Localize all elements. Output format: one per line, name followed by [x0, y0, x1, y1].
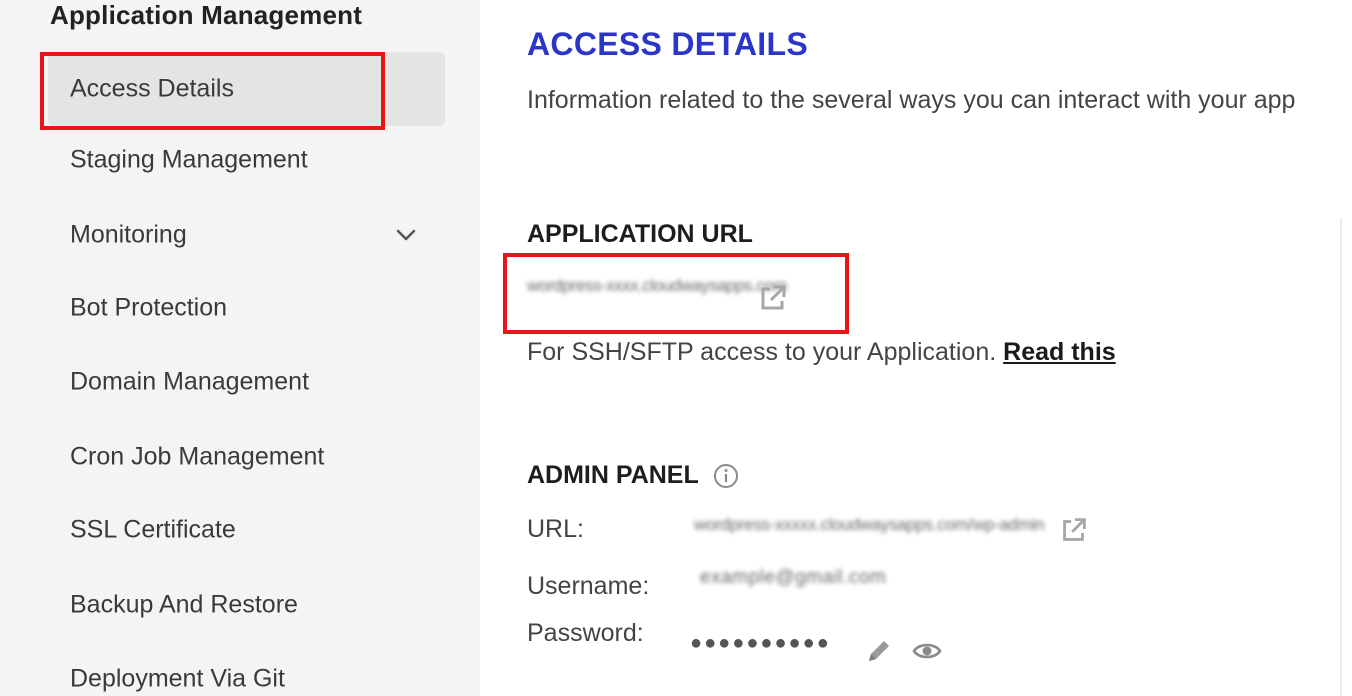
- sidebar-item-backup-and-restore[interactable]: Backup And Restore: [48, 568, 445, 642]
- eye-icon[interactable]: [912, 636, 942, 666]
- sidebar-item-label: Domain Management: [70, 367, 310, 396]
- read-this-link[interactable]: Read this: [1003, 338, 1116, 366]
- admin-panel-title: ADMIN PANEL: [527, 461, 739, 490]
- admin-url-value[interactable]: wordpress-xxxxx.cloudwaysapps.com/wp-adm…: [694, 515, 1045, 535]
- page-description: Information related to the several ways …: [527, 86, 1296, 114]
- admin-panel-title-text: ADMIN PANEL: [527, 461, 699, 489]
- main-content: ACCESS DETAILS Information related to th…: [480, 0, 1352, 696]
- sidebar-item-ssl-certificate[interactable]: SSL Certificate: [48, 493, 445, 567]
- sidebar-item-label: Backup And Restore: [70, 590, 298, 619]
- sidebar-item-access-details[interactable]: Access Details: [48, 52, 445, 126]
- application-url-title: APPLICATION URL: [527, 220, 753, 248]
- sidebar-item-bot-protection[interactable]: Bot Protection: [48, 271, 445, 345]
- info-icon[interactable]: [713, 463, 739, 489]
- sidebar-item-label: Monitoring: [70, 220, 187, 249]
- password-value: ●●●●●●●●●●: [690, 632, 831, 654]
- sidebar: Application Management Access Details St…: [0, 0, 480, 696]
- page-title: ACCESS DETAILS: [527, 26, 808, 62]
- sidebar-item-cron-job-management[interactable]: Cron Job Management: [48, 420, 445, 494]
- sidebar-item-label: Deployment Via Git: [70, 664, 285, 693]
- sidebar-item-label: SSL Certificate: [70, 515, 236, 544]
- edit-pencil-icon[interactable]: [864, 636, 894, 666]
- username-value[interactable]: example@gmail.com: [700, 567, 886, 589]
- application-url-value[interactable]: wordpress-xxxx.cloudwaysapps.com: [527, 276, 787, 296]
- admin-url-label: URL:: [527, 515, 584, 543]
- external-link-icon[interactable]: [1058, 514, 1090, 546]
- chevron-down-icon[interactable]: [394, 223, 418, 247]
- username-label: Username:: [527, 572, 650, 600]
- sidebar-item-domain-management[interactable]: Domain Management: [48, 345, 445, 419]
- sidebar-item-label: Cron Job Management: [70, 442, 325, 471]
- password-label: Password:: [527, 619, 644, 647]
- ssh-note: For SSH/SFTP access to your Application.…: [527, 338, 1116, 367]
- sidebar-item-label: Bot Protection: [70, 293, 228, 322]
- username-text[interactable]: example@gmail.com: [700, 567, 886, 589]
- sidebar-item-label: Staging Management: [70, 145, 308, 174]
- application-url-text[interactable]: wordpress-xxxx.cloudwaysapps.com: [527, 276, 787, 296]
- admin-url-text[interactable]: wordpress-xxxxx.cloudwaysapps.com/wp-adm…: [694, 515, 1045, 535]
- ssh-note-text: For SSH/SFTP access to your Application.: [527, 338, 997, 366]
- sidebar-item-monitoring[interactable]: Monitoring: [48, 198, 445, 272]
- sidebar-item-staging-management[interactable]: Staging Management: [48, 123, 445, 197]
- sidebar-item-label: Access Details: [70, 74, 234, 103]
- sidebar-heading: Application Management: [50, 0, 363, 30]
- page: Application Management Access Details St…: [0, 0, 1352, 696]
- external-link-icon[interactable]: [756, 281, 790, 315]
- sidebar-item-deployment-via-git[interactable]: Deployment Via Git: [48, 642, 445, 696]
- divider: [1340, 218, 1342, 696]
